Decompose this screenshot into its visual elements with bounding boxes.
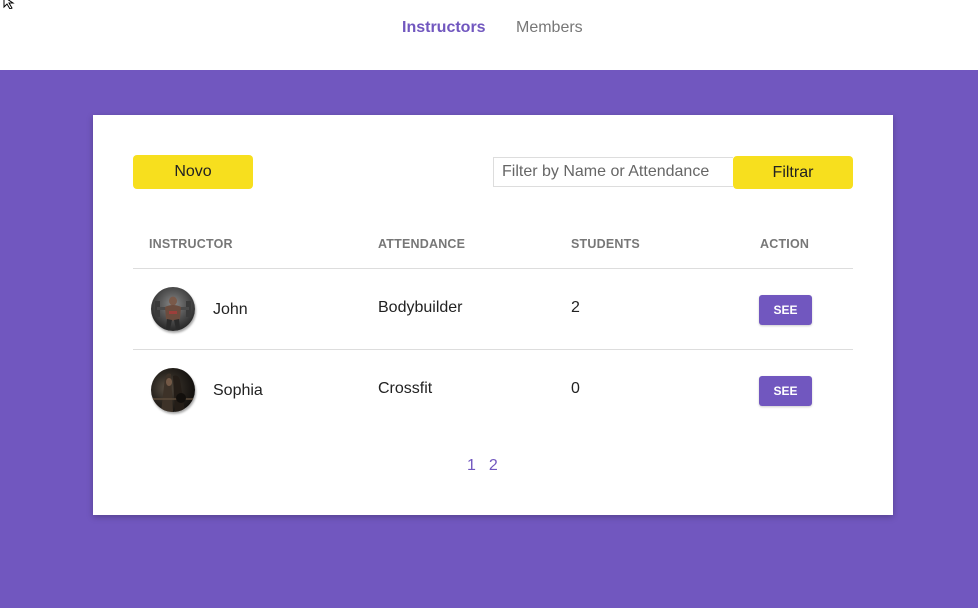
filter-button[interactable]: Filtrar [733,156,853,189]
instructor-photo-icon [155,296,191,329]
table-row: Sophia Crossfit 0 SEE [133,349,853,430]
search-input[interactable] [493,157,733,187]
avatar [151,368,195,412]
instructor-attendance: Bodybuilder [378,299,463,316]
page-link-2[interactable]: 2 [489,457,498,475]
instructor-students: 0 [571,380,580,397]
table-row: John Bodybuilder 2 SEE [133,268,853,349]
column-header-instructor: INSTRUCTOR [149,237,233,251]
column-header-attendance: ATTENDANCE [378,237,466,251]
see-button[interactable]: SEE [759,376,812,406]
pagination: 12 [467,457,511,475]
nav-link-members[interactable]: Members [516,19,583,37]
top-navigation-bar: Instructors Members [0,0,978,70]
instructor-name: Sophia [213,382,263,399]
see-button[interactable]: SEE [759,295,812,325]
instructor-name: John [213,301,248,318]
column-header-action: ACTION [760,237,810,251]
instructor-photo-icon [153,373,193,412]
instructor-attendance: Crossfit [378,380,433,397]
new-instructor-button[interactable]: Novo [133,155,253,189]
avatar [151,287,195,331]
column-header-students: STUDENTS [571,237,640,251]
page-link-1[interactable]: 1 [467,457,476,475]
instructor-students: 2 [571,299,580,316]
nav-link-instructors[interactable]: Instructors [402,19,486,37]
instructors-card: Novo Filtrar INSTRUCTOR ATTENDANCE STUDE… [93,115,893,515]
mouse-pointer-icon [3,0,15,9]
